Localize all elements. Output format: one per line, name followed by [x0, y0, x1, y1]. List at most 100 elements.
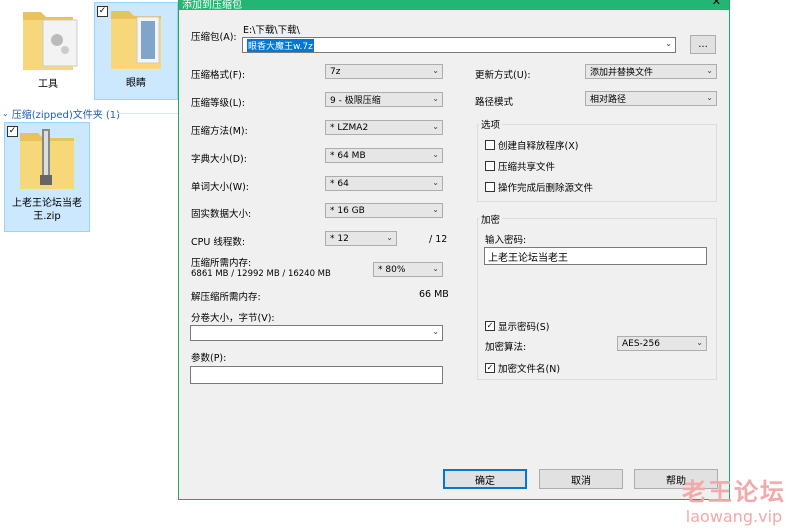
dialog-titlebar[interactable]: 添加到压缩包 ✕ [179, 0, 729, 11]
chevron-down-icon: ⌄ [706, 66, 713, 75]
mem-value: * 80% [378, 264, 406, 275]
update-label: 更新方式(U): [475, 70, 531, 81]
algo-select[interactable]: AES-256 ⌄ [617, 336, 707, 351]
word-value: * 64 [330, 178, 349, 189]
method-select[interactable]: * LZMA2 ⌄ [325, 120, 443, 135]
archive-name-value: 眼香大魔王w.7z [247, 38, 314, 52]
show-password-label: 显示密码(S) [498, 322, 550, 333]
archive-name-combo[interactable]: 眼香大魔王w.7z ⌄ [242, 37, 676, 53]
chevron-down-icon: ⌄ [432, 264, 439, 273]
browse-button[interactable]: ... [690, 35, 716, 54]
dict-select[interactable]: * 64 MB ⌄ [325, 148, 443, 163]
close-icon[interactable]: ✕ [712, 0, 721, 8]
chevron-down-icon: ⌄ [706, 93, 713, 102]
decomp-value: 66 MB [419, 289, 449, 300]
selection-checkbox[interactable]: ✓ [7, 126, 18, 137]
update-select[interactable]: 添加并替换文件 ⌄ [585, 64, 717, 79]
cpu-select[interactable]: * 12 ⌄ [325, 231, 397, 246]
dialog-title: 添加到压缩包 [182, 0, 242, 11]
path-mode-label: 路径模式 [475, 97, 514, 108]
zip-folder-icon [20, 129, 74, 189]
word-select[interactable]: * 64 ⌄ [325, 176, 443, 191]
watermark-en: laowang.vip [685, 507, 783, 526]
encryption-title: 加密 [479, 212, 503, 226]
add-to-archive-dialog: 添加到压缩包 ✕ 压缩包(A): E:\下载\下载\ 眼香大魔王w.7z ⌄ .… [178, 0, 730, 500]
delete-label: 操作完成后删除源文件 [498, 183, 594, 194]
checkbox-box [485, 182, 495, 192]
sfx-label: 创建自释放程序(X) [498, 141, 579, 152]
watermark-logo: 老王论坛 laowang.vip [682, 472, 786, 526]
mem-label: 压缩所需内存: [191, 258, 252, 269]
password-label: 输入密码: [485, 235, 527, 246]
level-value: 9 - 极限压缩 [330, 96, 381, 106]
options-title: 选项 [479, 117, 503, 131]
update-value: 添加并替换文件 [590, 68, 654, 78]
group-divider [118, 113, 180, 114]
chevron-down-icon: ⌄ [432, 150, 439, 159]
folder-icon [23, 12, 78, 70]
cpu-label: CPU 线程数: [191, 237, 246, 248]
encrypt-names-checkbox[interactable]: ✓ 加密文件名(N) [485, 361, 560, 375]
solid-select[interactable]: * 16 GB ⌄ [325, 203, 443, 218]
chevron-down-icon: ⌄ [696, 338, 703, 347]
password-value: 上老王论坛当老王 [488, 252, 568, 264]
shared-label: 压缩共享文件 [498, 162, 556, 173]
selection-checkbox[interactable]: ✓ [97, 6, 108, 17]
checkbox-box: ✓ [485, 363, 495, 373]
algo-label: 加密算法: [485, 342, 527, 353]
word-label: 单词大小(W): [191, 182, 250, 193]
ok-button[interactable]: 确定 [443, 469, 527, 489]
archive-label: 压缩包(A): [191, 32, 237, 43]
chevron-down-icon: ⌄ [432, 94, 439, 103]
chevron-down-icon: ⌄ [386, 233, 393, 242]
delete-checkbox[interactable]: 操作完成后删除源文件 [485, 180, 593, 194]
show-password-checkbox[interactable]: ✓ 显示密码(S) [485, 319, 549, 333]
zip-label-line2: 王.zip [33, 211, 61, 222]
chevron-down-icon: ⌄ [665, 39, 672, 48]
chevron-down-icon: ⌄ [432, 205, 439, 214]
folder-label: 眼睛 [126, 78, 146, 89]
cancel-button[interactable]: 取消 [539, 469, 623, 489]
level-label: 压缩等级(L): [191, 98, 245, 109]
watermark-cn: 老王论坛 [682, 477, 786, 506]
solid-label: 固实数据大小: [191, 209, 252, 220]
folder-tools[interactable]: 工具 [8, 4, 88, 100]
cpu-total: / 12 [429, 234, 448, 245]
zip-file-item[interactable]: ✓ 上老王论坛当老 王.zip [4, 122, 90, 232]
chevron-down-icon: ⌄ [432, 178, 439, 187]
chevron-down-icon: ⌄ [2, 108, 9, 118]
format-select[interactable]: 7z ⌄ [325, 64, 443, 79]
password-input[interactable]: 上老王论坛当老王 [484, 247, 707, 265]
split-label: 分卷大小，字节(V): [191, 313, 275, 324]
split-combo[interactable]: ⌄ [190, 325, 443, 341]
folder-eyes[interactable]: ✓ 眼睛 [94, 2, 178, 100]
checkbox-box [485, 161, 495, 171]
decomp-label: 解压缩所需内存: [191, 292, 261, 303]
shared-checkbox[interactable]: 压缩共享文件 [485, 159, 555, 173]
format-label: 压缩格式(F): [191, 70, 246, 81]
dict-value: * 64 MB [330, 150, 366, 161]
path-mode-select[interactable]: 相对路径 ⌄ [585, 91, 717, 106]
checkbox-box: ✓ [485, 321, 495, 331]
path-mode-value: 相对路径 [590, 95, 627, 105]
mem-select[interactable]: * 80% ⌄ [373, 262, 443, 277]
format-value: 7z [330, 66, 341, 77]
chevron-down-icon: ⌄ [432, 122, 439, 131]
params-input[interactable] [190, 366, 443, 384]
solid-value: * 16 GB [330, 205, 365, 216]
group-header-label: 压缩(zipped)文件夹 (1) [11, 109, 121, 121]
archive-path: E:\下载\下载\ [243, 25, 300, 36]
method-value: * LZMA2 [330, 122, 369, 133]
method-label: 压缩方法(M): [191, 126, 248, 137]
mem-detail: 6861 MB / 12992 MB / 16240 MB [191, 269, 331, 279]
algo-value: AES-256 [622, 338, 660, 349]
params-label: 参数(P): [191, 353, 227, 364]
dict-label: 字典大小(D): [191, 154, 247, 165]
cpu-value: * 12 [330, 233, 349, 244]
sfx-checkbox[interactable]: 创建自释放程序(X) [485, 138, 578, 152]
checkbox-box [485, 140, 495, 150]
folder-label: 工具 [38, 79, 58, 90]
level-select[interactable]: 9 - 极限压缩 ⌄ [325, 92, 443, 107]
chevron-down-icon: ⌄ [432, 66, 439, 75]
chevron-down-icon: ⌄ [432, 327, 439, 336]
